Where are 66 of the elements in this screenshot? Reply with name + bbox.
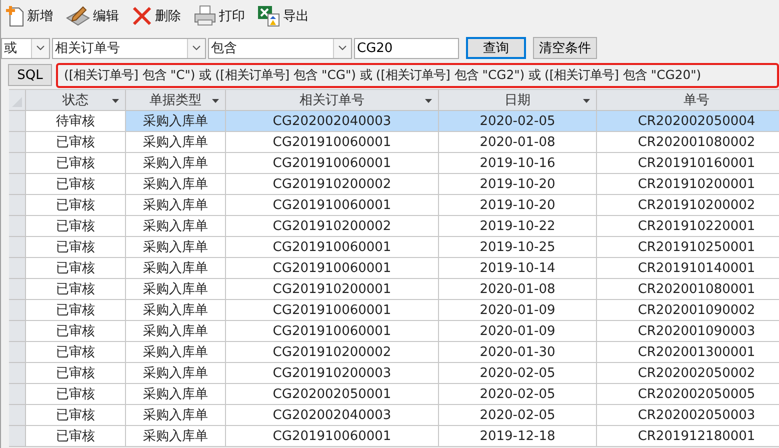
chevron-icon	[36, 45, 45, 51]
table-row[interactable]: 已审核 采购入库单 CG201910060001 2019-10-20 CR201910200002	[9, 195, 779, 216]
table-row[interactable]: 已审核 采购入库单 CG201910060001 2020-01-09 CR202001090003	[9, 321, 779, 342]
row-header	[9, 174, 26, 195]
table-row[interactable]: 已审核 采购入库单 CG201910060001 2019-10-14 CR201910140001	[9, 258, 779, 279]
filter-button[interactable]: 查询	[466, 37, 526, 59]
row-header	[9, 195, 26, 216]
table-cell: 2019-12-18	[439, 426, 597, 447]
toolbar-button[interactable]: 新增	[3, 3, 59, 29]
table-cell: CG202002040003	[226, 111, 439, 132]
chevron-icon	[338, 45, 347, 51]
row-header	[9, 321, 26, 342]
table-cell: CR202002050004	[597, 111, 779, 132]
toolbar-button[interactable]: 打印	[191, 3, 251, 29]
table-cell: 采购入库单	[126, 111, 226, 132]
pencil-icon	[65, 5, 91, 27]
row-header	[9, 279, 26, 300]
row-header	[9, 216, 26, 237]
table-row[interactable]: 已审核 采购入库单 CG202002050001 2020-02-05 CR202002050005	[9, 384, 779, 405]
toolbar-button[interactable]: 删除	[129, 3, 187, 29]
table-cell: 已审核	[26, 426, 126, 447]
toolbar-button[interactable]: 编辑	[63, 3, 125, 29]
filter-button[interactable]: 清空条件	[533, 37, 597, 59]
table-row[interactable]: 已审核 采购入库单 CG201910200001 2020-01-08 CR202001080001	[9, 279, 779, 300]
printer-icon	[193, 5, 217, 27]
table-row[interactable]: 已审核 采购入库单 CG201910060001 2020-01-09 CR202001090002	[9, 300, 779, 321]
table-row[interactable]: 已审核 采购入库单 CG201910060001 2020-01-08 CR202001080002	[9, 132, 779, 153]
dropdown-icon	[112, 99, 119, 103]
table-cell: 待审核	[26, 111, 126, 132]
table-row[interactable]: 已审核 采购入库单 CG201910200002 2019-10-20 CR201910200001	[9, 174, 779, 195]
dropdown-icon	[212, 99, 219, 103]
cross-icon	[131, 5, 153, 27]
sql-expression: ([相关订单号] 包含 "C") 或 ([相关订单号] 包含 "CG") 或 ([相关订单号] 包含 "CG2") 或 ([相关订单号] 包含 "CG20")	[56, 62, 779, 88]
value-input[interactable]: CG20	[354, 38, 459, 58]
row-header	[9, 363, 26, 384]
row-header	[9, 258, 26, 279]
spreadsheet-icon	[257, 5, 281, 27]
row-header	[9, 426, 26, 447]
logic-dropdown[interactable]: 或	[1, 38, 50, 58]
table-cell: 采购入库单	[126, 426, 226, 447]
new-document-icon	[5, 5, 25, 27]
field-dropdown[interactable]: 相关订单号	[52, 38, 206, 58]
table-row[interactable]: 已审核 采购入库单 CG201910200002 2019-10-22 CR201910220001	[9, 216, 779, 237]
row-header	[9, 300, 26, 321]
row-header	[9, 237, 26, 258]
toolbar-button[interactable]: 导出	[255, 3, 315, 29]
table-row[interactable]: 已审核 采购入库单 CG201910200003 2020-02-05 CR202002050002	[9, 363, 779, 384]
chevron-icon	[192, 45, 201, 51]
table-row[interactable]: 已审核 采购入库单 CG201910200002 2020-01-30 CR202001300001	[9, 342, 779, 363]
table-row[interactable]: 待审核 采购入库单 CG202002040003 2020-02-05 CR202002050004	[9, 111, 779, 132]
row-header	[9, 342, 26, 363]
dropdown-icon	[425, 99, 432, 103]
row-header	[9, 153, 26, 174]
dropdown-icon	[583, 99, 590, 103]
table-row[interactable]: 已审核 采购入库单 CG201910060001 2019-12-18 CR201912180001	[9, 426, 779, 447]
row-header	[9, 384, 26, 405]
table-cell: CG201910060001	[226, 426, 439, 447]
table-cell: 2020-02-05	[439, 111, 597, 132]
operator-dropdown[interactable]: 包含	[208, 38, 352, 58]
row-header	[9, 132, 26, 153]
table-cell: CR201912180001	[597, 426, 779, 447]
sql-button[interactable]: SQL	[8, 64, 52, 86]
row-header	[9, 405, 26, 426]
table-row[interactable]: 已审核 采购入库单 CG202002040003 2020-02-05 CR202002050003	[9, 405, 779, 426]
table-row[interactable]: 已审核 采购入库单 CG201910060001 2019-10-25 CR201910250001	[9, 237, 779, 258]
table-row[interactable]: 已审核 采购入库单 CG201910060001 2019-10-16 CR201910160001	[9, 153, 779, 174]
